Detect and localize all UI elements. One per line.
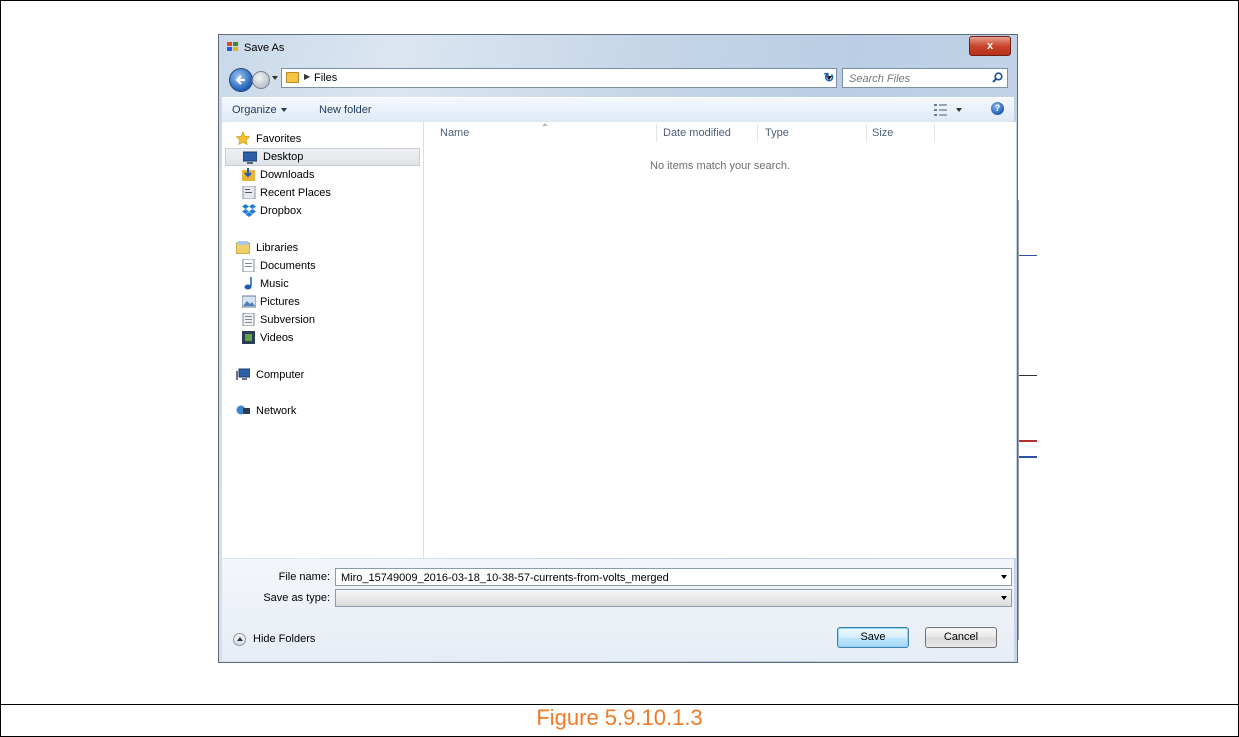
videos-icon bbox=[242, 331, 255, 344]
file-name-combo[interactable] bbox=[335, 568, 1012, 586]
desktop-icon bbox=[243, 151, 257, 164]
change-view-button[interactable] bbox=[934, 103, 962, 117]
search-icon[interactable] bbox=[992, 72, 1003, 83]
column-separator[interactable] bbox=[934, 124, 935, 142]
music-icon bbox=[244, 277, 252, 290]
nav-label: Documents bbox=[260, 260, 316, 272]
nav-label: Recent Places bbox=[260, 187, 331, 199]
nav-label: Pictures bbox=[260, 296, 300, 308]
column-header-name[interactable]: Name bbox=[440, 127, 469, 149]
forward-button[interactable] bbox=[252, 71, 270, 89]
chevron-down-icon bbox=[280, 108, 287, 113]
background-window-mark bbox=[1019, 375, 1037, 376]
close-button[interactable]: x bbox=[969, 36, 1011, 56]
view-options-icon bbox=[934, 104, 947, 116]
empty-list-message: No items match your search. bbox=[650, 160, 790, 172]
collapse-icon bbox=[233, 633, 246, 646]
column-header-type[interactable]: Type bbox=[765, 127, 789, 149]
nav-item-subversion[interactable]: Subversion bbox=[222, 311, 423, 329]
nav-label: Downloads bbox=[260, 169, 315, 181]
address-bar[interactable]: ▶ Files bbox=[281, 68, 837, 88]
save-as-app-icon bbox=[227, 42, 238, 51]
nav-item-music[interactable]: Music bbox=[222, 275, 423, 293]
breadcrumb-arrow-icon[interactable]: ▶ bbox=[304, 72, 310, 81]
dialog-title: Save As bbox=[244, 42, 285, 54]
downloads-icon bbox=[242, 168, 255, 181]
nav-label: Libraries bbox=[256, 242, 299, 254]
nav-item-pictures[interactable]: Pictures bbox=[222, 293, 423, 311]
nav-item-downloads[interactable]: Downloads bbox=[222, 166, 423, 184]
network-icon bbox=[236, 405, 250, 415]
help-icon[interactable]: ? bbox=[991, 102, 1004, 115]
nav-label: Dropbox bbox=[260, 205, 302, 217]
column-header-date-modified[interactable]: Date modified bbox=[663, 127, 731, 149]
recent-places-icon bbox=[242, 186, 256, 199]
column-separator[interactable] bbox=[757, 124, 758, 142]
chevron-down-icon[interactable] bbox=[1001, 596, 1007, 600]
star-icon bbox=[236, 132, 250, 145]
save-as-type-select[interactable] bbox=[335, 589, 1012, 607]
search-input[interactable] bbox=[847, 70, 987, 88]
background-window-mark bbox=[1019, 255, 1037, 256]
pictures-icon bbox=[242, 295, 256, 308]
column-separator[interactable] bbox=[656, 124, 657, 142]
save-as-type-label: Save as type: bbox=[263, 592, 330, 604]
nav-item-videos[interactable]: Videos bbox=[222, 329, 423, 347]
file-name-input[interactable] bbox=[339, 570, 983, 586]
chevron-down-icon[interactable] bbox=[1001, 575, 1007, 579]
organize-label: Organize bbox=[232, 104, 277, 116]
nav-item-recent-places[interactable]: Recent Places bbox=[222, 184, 423, 202]
nav-item-computer[interactable]: Computer bbox=[222, 366, 423, 384]
nav-label: Subversion bbox=[260, 314, 316, 326]
nav-item-desktop[interactable]: Desktop bbox=[225, 148, 420, 166]
background-window-mark bbox=[1019, 456, 1037, 458]
navigation-pane: Favorites Desktop Downloads Recent Place… bbox=[222, 122, 424, 558]
dropbox-icon bbox=[242, 204, 256, 217]
search-box[interactable] bbox=[842, 68, 1008, 88]
nav-label: Computer bbox=[256, 369, 305, 381]
background-window-edge bbox=[1018, 200, 1019, 640]
new-folder-button[interactable]: New folder bbox=[319, 104, 372, 116]
computer-icon bbox=[236, 368, 250, 380]
hide-folders-label: Hide Folders bbox=[253, 633, 316, 645]
recent-pages-dropdown-icon[interactable] bbox=[272, 76, 278, 80]
subversion-icon bbox=[242, 313, 255, 326]
save-as-dialog: Save As x ▶ Files ↻ Organize New folder bbox=[218, 34, 1018, 663]
save-button[interactable]: Save bbox=[837, 627, 909, 648]
file-list[interactable]: Name Date modified Type Size No items ma… bbox=[424, 122, 1016, 558]
refresh-icon[interactable]: ↻ bbox=[819, 68, 839, 88]
figure-caption: Figure 5.9.10.1.3 bbox=[536, 705, 703, 730]
nav-label: Desktop bbox=[263, 151, 304, 163]
nav-item-network[interactable]: Network bbox=[222, 402, 423, 420]
nav-label: Favorites bbox=[256, 133, 302, 145]
libraries-icon bbox=[236, 241, 250, 254]
title-bar[interactable]: Save As x bbox=[219, 35, 1017, 61]
organize-menu[interactable]: Organize bbox=[232, 104, 287, 116]
back-button[interactable] bbox=[229, 68, 253, 92]
file-name-label: File name: bbox=[278, 571, 330, 583]
chevron-down-icon bbox=[956, 108, 962, 112]
folder-icon bbox=[286, 72, 299, 83]
nav-item-libraries[interactable]: Libraries bbox=[222, 239, 423, 257]
nav-label: Music bbox=[260, 278, 289, 290]
background-window-mark bbox=[1019, 440, 1037, 442]
sort-ascending-icon bbox=[542, 123, 548, 126]
breadcrumb-files[interactable]: Files bbox=[314, 72, 337, 84]
save-options-panel: File name: Save as type: Hide Folders Sa… bbox=[222, 559, 1014, 661]
column-separator[interactable] bbox=[866, 124, 867, 142]
nav-label: Network bbox=[256, 405, 297, 417]
nav-label: Videos bbox=[260, 332, 294, 344]
column-header-size[interactable]: Size bbox=[872, 127, 893, 149]
nav-item-favorites[interactable]: Favorites bbox=[222, 130, 423, 148]
documents-icon bbox=[242, 259, 255, 272]
cancel-button[interactable]: Cancel bbox=[925, 627, 997, 648]
nav-item-documents[interactable]: Documents bbox=[222, 257, 423, 275]
nav-item-dropbox[interactable]: Dropbox bbox=[222, 202, 423, 220]
back-arrow-icon bbox=[235, 75, 245, 85]
command-toolbar: Organize New folder ? bbox=[222, 97, 1014, 123]
address-row: ▶ Files ↻ bbox=[223, 67, 1013, 92]
